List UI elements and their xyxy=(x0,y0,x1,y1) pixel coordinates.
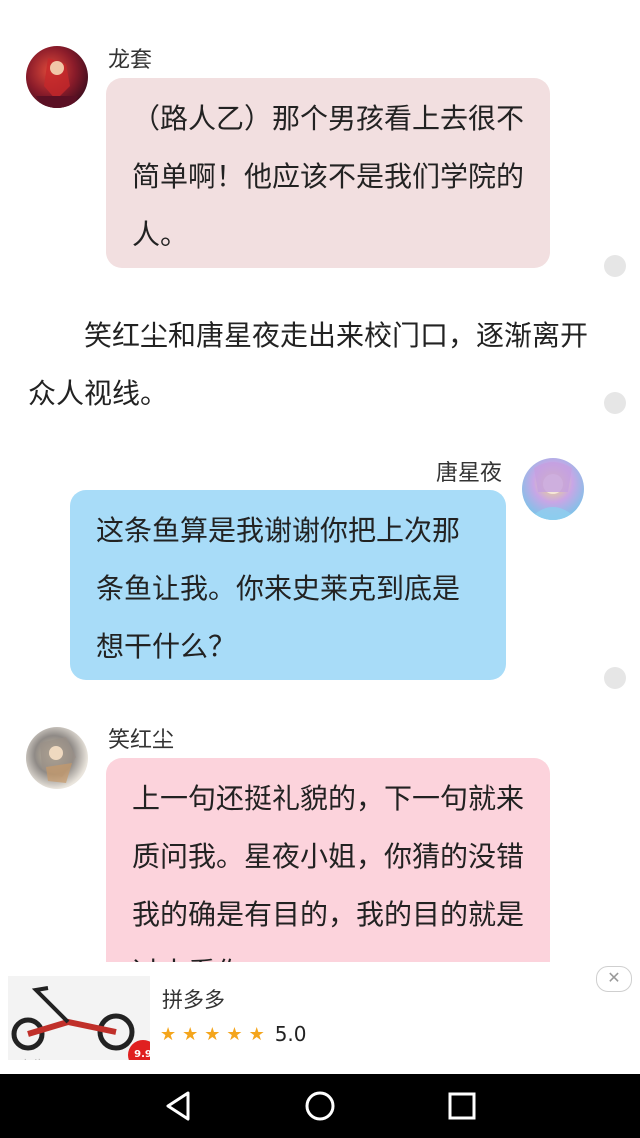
star-icon: ★ xyxy=(248,1023,265,1045)
sender-name: 笑红尘 xyxy=(108,728,175,753)
comment-dot[interactable] xyxy=(604,667,626,689)
back-triangle-icon[interactable] xyxy=(160,1088,196,1124)
ad-rating: ★ ★ ★ ★ ★ 5.0 xyxy=(160,1022,307,1046)
narration-text: 笑红尘和唐星夜走出来校门口，逐渐离开众人视线。 xyxy=(28,319,589,410)
comment-dot[interactable] xyxy=(604,392,626,414)
chat-area[interactable]: 龙套 （路人乙）那个男孩看上去很不简单啊！他应该不是我们学院的人。 笑红尘和唐星… xyxy=(0,0,640,962)
navigation-bar xyxy=(0,1074,640,1138)
sender-name: 唐星夜 xyxy=(436,461,503,486)
star-icon: ★ xyxy=(226,1023,243,1045)
star-icon: ★ xyxy=(182,1023,199,1045)
ad-label: 广告 xyxy=(18,1056,46,1060)
avatar-xiaohongchen[interactable] xyxy=(26,727,88,789)
message-bubble[interactable]: （路人乙）那个男孩看上去很不简单啊！他应该不是我们学院的人。 xyxy=(106,78,550,268)
ad-image[interactable]: 9.9 广告 xyxy=(8,976,150,1060)
ad-banner[interactable]: 9.9 广告 拼多多 ★ ★ ★ ★ ★ 5.0 ✕ xyxy=(0,962,640,1074)
star-icon: ★ xyxy=(160,1023,177,1045)
sender-name: 龙套 xyxy=(108,48,153,73)
message-bubble[interactable]: 上一句还挺礼貌的，下一句就来质问我。星夜小姐，你猜的没错我的确是有目的，我的目的… xyxy=(106,758,550,962)
comment-dot[interactable] xyxy=(604,255,626,277)
recents-square-icon[interactable] xyxy=(444,1088,480,1124)
ad-title[interactable]: 拼多多 xyxy=(162,984,225,1014)
avatar-longtao[interactable] xyxy=(26,46,88,108)
message-bubble[interactable]: 这条鱼算是我谢谢你把上次那条鱼让我。你来史莱克到底是想干什么？ xyxy=(70,490,506,680)
rating-value: 5.0 xyxy=(274,1022,307,1046)
star-icon: ★ xyxy=(204,1023,221,1045)
home-circle-icon[interactable] xyxy=(302,1088,338,1124)
close-icon[interactable]: ✕ xyxy=(596,966,632,992)
avatar-tangxingye[interactable] xyxy=(522,458,584,520)
